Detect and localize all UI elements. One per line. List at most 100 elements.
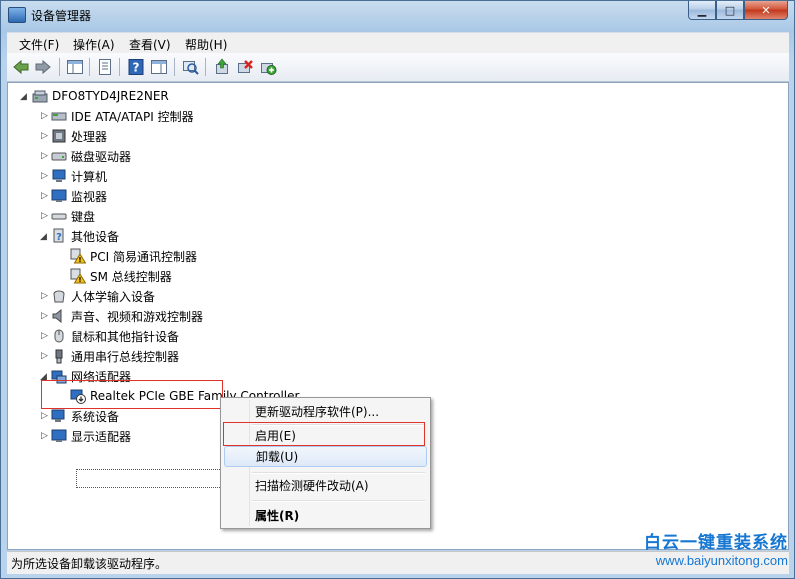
status-text: 为所选设备卸载该驱动程序。 (11, 557, 168, 571)
hid-icon (53, 290, 65, 303)
caption-buttons: ▁ □ ✕ (688, 1, 788, 20)
menu-action[interactable]: 操作(A) (73, 36, 115, 53)
tree-item-sm-bus[interactable]: ! SM 总线控制器 (70, 267, 172, 285)
menu-separator (252, 500, 425, 502)
tree-item-monitor[interactable]: 监视器 (51, 187, 107, 205)
warning-device-icon: ! (70, 268, 86, 284)
expand-icon[interactable]: ▷ (41, 191, 48, 201)
title-bar[interactable]: 设备管理器 ▁ □ ✕ (1, 1, 794, 29)
tree-item-pci-controller[interactable]: ! PCI 简易通讯控制器 (70, 247, 197, 265)
toolbar-separator (174, 58, 175, 76)
watermark-title: 白云一键重装系统 (644, 533, 788, 553)
tree-item-system[interactable]: 系统设备 (51, 407, 119, 425)
tree-item-label: SM 总线控制器 (90, 269, 172, 284)
tree-item-other-devices[interactable]: ? 其他设备 (51, 227, 119, 245)
annotation-box-enable (223, 422, 425, 446)
annotation-box-device (41, 380, 223, 409)
menu-properties[interactable]: 属性(R) (224, 505, 427, 526)
tree-item-ide[interactable]: IDE ATA/ATAPI 控制器 (51, 107, 194, 125)
processor-icon (52, 129, 66, 143)
menu-separator (252, 472, 425, 474)
tree-item-label: PCI 简易通讯控制器 (90, 249, 197, 264)
watermark-url: www.baiyunxitong.com (655, 553, 788, 568)
tree-item-label: 声音、视频和游戏控制器 (71, 309, 204, 324)
toolbar-separator (89, 58, 90, 76)
svg-text:!: ! (78, 256, 81, 264)
tree-item-label: 键盘 (71, 209, 96, 224)
expand-icon[interactable]: ▷ (41, 311, 48, 321)
expand-icon[interactable]: ▷ (41, 331, 48, 341)
expand-icon[interactable]: ▷ (41, 291, 48, 301)
display-adapter-icon (51, 429, 67, 442)
computer-icon (52, 169, 66, 182)
menu-uninstall[interactable]: 卸载(U) (224, 446, 427, 467)
mouse-icon (54, 329, 64, 343)
uninstall-device-icon[interactable] (236, 58, 254, 76)
other-devices-icon: ? (53, 228, 64, 243)
menu-bar: 文件(F) 操作(A) 查看(V) 帮助(H) (7, 32, 789, 53)
action-pane-icon[interactable] (150, 58, 168, 76)
tree-item-label: 其他设备 (71, 229, 120, 244)
tree-item-label: 人体学输入设备 (71, 289, 156, 304)
usb-icon (55, 349, 63, 364)
close-button[interactable]: ✕ (744, 1, 788, 20)
properties-sheet-icon[interactable] (96, 58, 114, 76)
tree-item-usb[interactable]: 通用串行总线控制器 (51, 347, 179, 365)
tree-root-label: DFO8TYD4JRE2NER (52, 89, 169, 103)
toolbar-separator (119, 58, 120, 76)
toolbar: ? (7, 53, 789, 82)
tree-item-hid[interactable]: 人体学输入设备 (51, 287, 155, 305)
minimize-button[interactable]: ▁ (688, 1, 716, 20)
tree-item-label: 鼠标和其他指针设备 (71, 329, 180, 344)
menu-update-driver[interactable]: 更新驱动程序软件(P)... (224, 401, 427, 422)
svg-text:?: ? (133, 61, 140, 75)
tree-root[interactable]: DFO8TYD4JRE2NER (32, 87, 169, 105)
monitor-icon (51, 189, 67, 202)
expand-icon[interactable]: ▷ (41, 411, 48, 421)
tree-item-label: 处理器 (71, 129, 108, 144)
tree-item-disk[interactable]: 磁盘驱动器 (51, 147, 131, 165)
menu-scan-hardware[interactable]: 扫描检测硬件改动(A) (224, 475, 427, 496)
svg-text:!: ! (78, 276, 81, 284)
tree-item-display[interactable]: 显示适配器 (51, 427, 131, 445)
help-icon[interactable]: ? (127, 58, 145, 76)
speaker-icon (52, 308, 62, 324)
watermark: 白云一键重装系统 www.baiyunxitong.com (644, 528, 788, 568)
tree-item-label: 计算机 (71, 169, 108, 184)
device-manager-window: 设备管理器 ▁ □ ✕ 文件(F) 操作(A) 查看(V) 帮助(H) ? ◢ (0, 0, 795, 579)
expand-icon[interactable]: ▷ (41, 431, 48, 441)
menu-file[interactable]: 文件(F) (19, 36, 59, 53)
collapse-icon[interactable]: ◢ (40, 232, 47, 242)
tree-item-keyboard[interactable]: 键盘 (51, 207, 95, 225)
tree-item-computer[interactable]: 计算机 (51, 167, 107, 185)
ide-controller-icon (51, 112, 67, 121)
menu-view[interactable]: 查看(V) (129, 36, 171, 53)
collapse-root-icon[interactable]: ◢ (20, 92, 27, 102)
expand-icon[interactable]: ▷ (41, 111, 48, 121)
enable-device-icon[interactable] (259, 58, 277, 76)
warning-device-icon: ! (70, 248, 86, 264)
tree-item-label: 通用串行总线控制器 (71, 349, 180, 364)
tree-item-processor[interactable]: 处理器 (51, 127, 107, 145)
svg-text:?: ? (56, 232, 62, 243)
show-hide-console-tree-icon[interactable] (66, 58, 84, 76)
forward-arrow-icon[interactable] (34, 58, 52, 76)
tree-item-label: 监视器 (71, 189, 108, 204)
maximize-button[interactable]: □ (716, 1, 744, 20)
system-devices-icon (51, 409, 65, 422)
expand-icon[interactable]: ▷ (41, 211, 48, 221)
tree-item-sound[interactable]: 声音、视频和游戏控制器 (51, 307, 203, 325)
update-driver-icon[interactable] (213, 58, 231, 76)
menu-help[interactable]: 帮助(H) (185, 36, 227, 53)
tree-item-mouse[interactable]: 鼠标和其他指针设备 (51, 327, 179, 345)
expand-icon[interactable]: ▷ (41, 351, 48, 361)
expand-icon[interactable]: ▷ (41, 171, 48, 181)
toolbar-separator (59, 58, 60, 76)
back-arrow-icon[interactable] (12, 58, 30, 76)
scan-hardware-icon[interactable] (181, 58, 199, 76)
keyboard-icon (51, 213, 67, 220)
expand-icon[interactable]: ▷ (41, 151, 48, 161)
context-menu: 更新驱动程序软件(P)... 启用(E) 卸载(U) 扫描检测硬件改动(A) 属… (220, 397, 431, 529)
tree-item-label: 系统设备 (71, 409, 120, 424)
expand-icon[interactable]: ▷ (41, 131, 48, 141)
